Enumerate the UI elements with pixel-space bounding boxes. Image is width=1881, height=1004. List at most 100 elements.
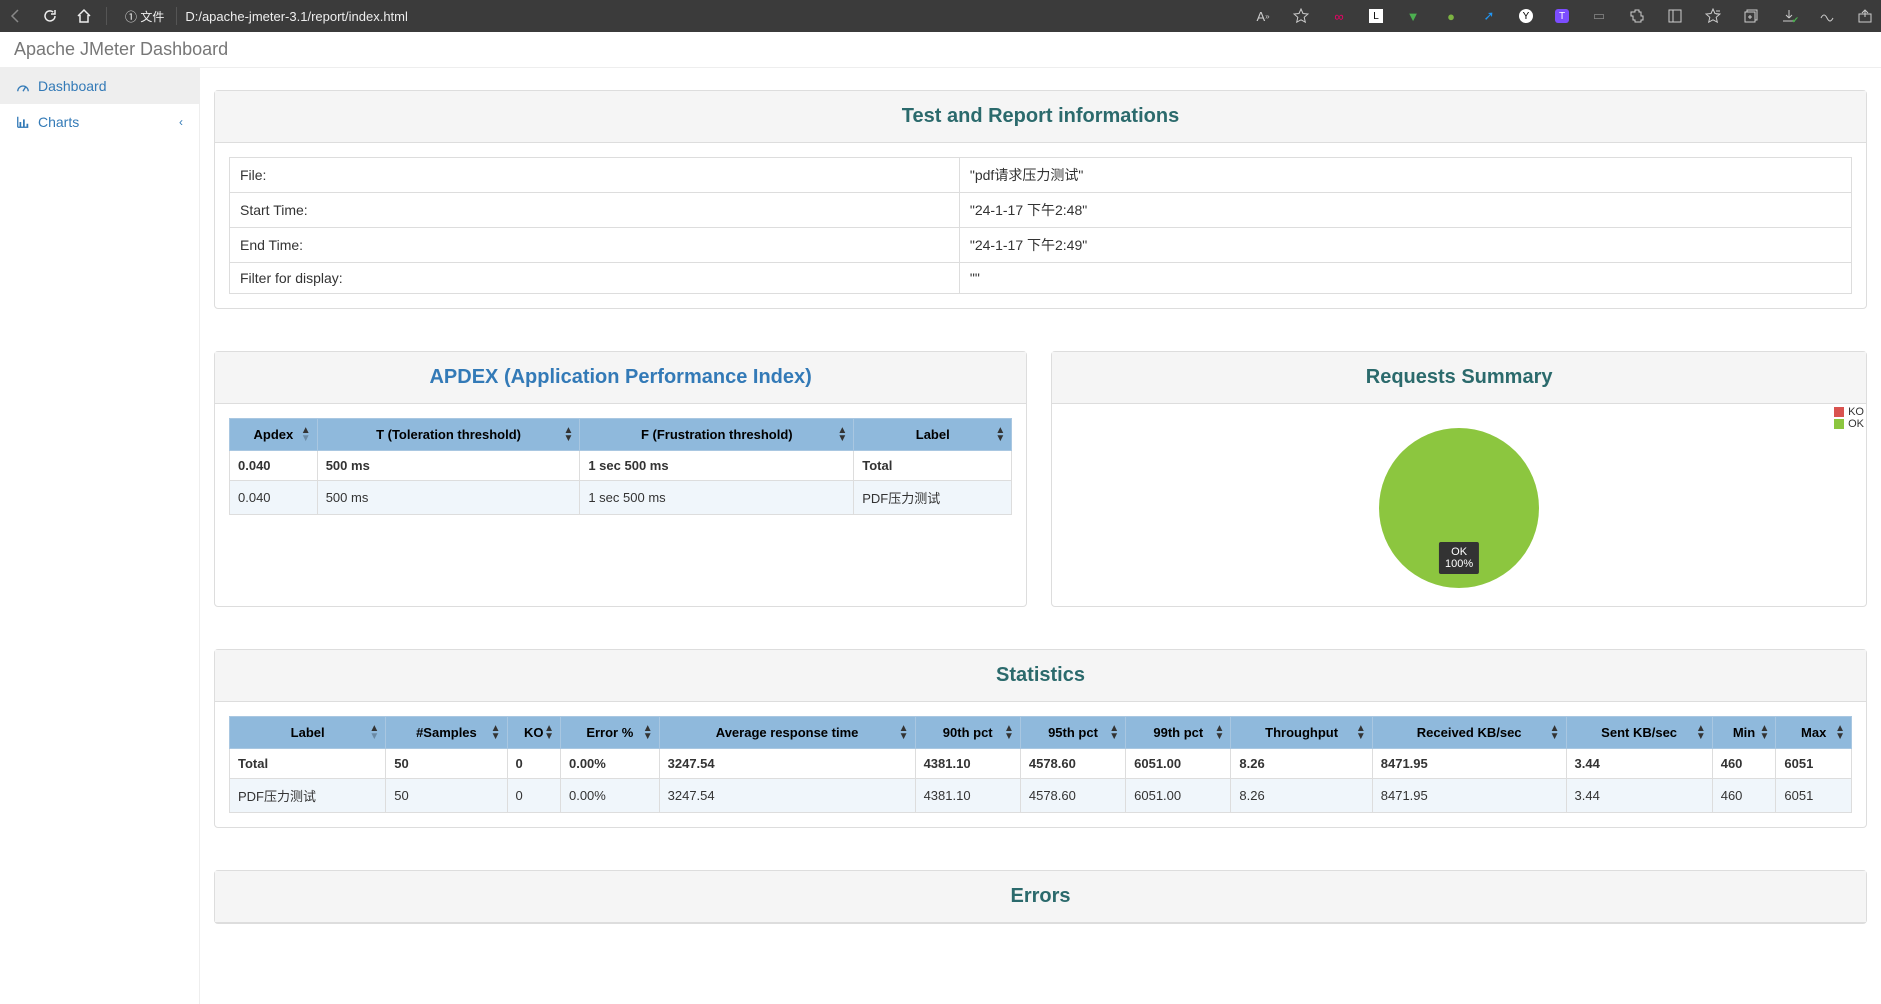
ext-dash-icon[interactable]: ▭ <box>1591 8 1607 24</box>
cell: 0 <box>507 779 560 813</box>
panel-title: APDEX (Application Performance Index) <box>231 366 1010 389</box>
panel-apdex: APDEX (Application Performance Index) Ap… <box>214 351 1027 607</box>
legend-swatch-ko <box>1834 407 1844 417</box>
table-row: Start Time:"24-1-17 下午2:48" <box>230 193 1852 228</box>
ext-glasses-icon[interactable]: ∞ <box>1331 8 1347 24</box>
cell: 3.44 <box>1566 749 1712 779</box>
panel-heading: Statistics <box>215 650 1866 702</box>
reload-icon[interactable] <box>42 8 58 24</box>
table-row: 0.040 500 ms 1 sec 500 ms PDF压力测试 <box>230 481 1012 515</box>
sidebar: Dashboard Charts ‹ <box>0 68 200 1004</box>
apdex-table: Apdex▲▼ T (Toleration threshold)▲▼ F (Fr… <box>229 418 1012 515</box>
ext-arrow-icon[interactable]: ➚ <box>1481 8 1497 24</box>
toolbar-divider <box>176 7 177 25</box>
cell: 3247.54 <box>659 779 915 813</box>
chevron-left-icon: ‹ <box>179 115 183 129</box>
chart-icon <box>16 115 30 129</box>
col-header-received[interactable]: Received KB/sec▲▼ <box>1372 717 1566 749</box>
performance-icon[interactable] <box>1819 8 1835 24</box>
sidebar-item-dashboard[interactable]: Dashboard <box>0 68 199 104</box>
table-row: End Time:"24-1-17 下午2:49" <box>230 228 1852 263</box>
cell: 0.040 <box>230 481 318 515</box>
cell: PDF压力测试 <box>230 779 386 813</box>
cell: 50 <box>386 749 507 779</box>
cell: 1 sec 500 ms <box>580 481 854 515</box>
cell: 50 <box>386 779 507 813</box>
sidebar-item-charts[interactable]: Charts ‹ <box>0 104 199 140</box>
info-table: File:"pdf请求压力测试" Start Time:"24-1-17 下午2… <box>229 157 1852 294</box>
ext-shield-icon[interactable]: ▼ <box>1405 8 1421 24</box>
ext-l-icon[interactable]: L <box>1369 9 1383 23</box>
pie-tooltip: OK 100% <box>1439 542 1479 574</box>
ext-y-icon[interactable]: Y <box>1519 9 1533 23</box>
col-header-p95[interactable]: 95th pct▲▼ <box>1020 717 1125 749</box>
address-bar[interactable]: ① 文件 D:/apache-jmeter-3.1/report/index.h… <box>121 7 408 25</box>
col-header-max[interactable]: Max▲▼ <box>1776 717 1852 749</box>
panel-title: Errors <box>231 885 1850 908</box>
ext-t-icon[interactable]: T <box>1555 9 1569 23</box>
sidebar-item-label: Dashboard <box>38 78 107 94</box>
panel-heading: Test and Report informations <box>215 91 1866 143</box>
cell: 3247.54 <box>659 749 915 779</box>
sidebar-item-label: Charts <box>38 114 79 130</box>
col-header-t[interactable]: T (Toleration threshold)▲▼ <box>317 419 580 451</box>
page-header: Apache JMeter Dashboard <box>0 32 1881 68</box>
col-header-throughput[interactable]: Throughput▲▼ <box>1231 717 1372 749</box>
col-header-min[interactable]: Min▲▼ <box>1712 717 1776 749</box>
info-key: Filter for display: <box>230 263 960 294</box>
cell: 0 <box>507 749 560 779</box>
cell: 0.00% <box>560 779 659 813</box>
info-key: Start Time: <box>230 193 960 228</box>
pie-chart[interactable]: OK 100% <box>1066 418 1852 592</box>
share-icon[interactable] <box>1857 8 1873 24</box>
cell: 6051.00 <box>1126 779 1231 813</box>
home-icon[interactable] <box>76 8 92 24</box>
col-header-label[interactable]: Label▲▼ <box>230 717 386 749</box>
col-header-apdex[interactable]: Apdex▲▼ <box>230 419 318 451</box>
col-header-label[interactable]: Label▲▼ <box>854 419 1012 451</box>
col-header-sent[interactable]: Sent KB/sec▲▼ <box>1566 717 1712 749</box>
info-key: End Time: <box>230 228 960 263</box>
cell: 500 ms <box>317 451 580 481</box>
collections-icon[interactable] <box>1743 8 1759 24</box>
legend-label: KO <box>1848 406 1864 418</box>
cell: 4578.60 <box>1020 749 1125 779</box>
col-header-error[interactable]: Error %▲▼ <box>560 717 659 749</box>
brand-title: Apache JMeter Dashboard <box>14 39 228 60</box>
panel-title: Requests Summary <box>1068 366 1850 389</box>
cell: 460 <box>1712 779 1776 813</box>
cell: 500 ms <box>317 481 580 515</box>
extensions-icon[interactable] <box>1629 8 1645 24</box>
col-header-p90[interactable]: 90th pct▲▼ <box>915 717 1020 749</box>
cell: 8471.95 <box>1372 779 1566 813</box>
table-row: Total 50 0 0.00% 3247.54 4381.10 4578.60… <box>230 749 1852 779</box>
read-aloud-icon[interactable]: A» <box>1255 8 1271 24</box>
cell: 6051 <box>1776 779 1852 813</box>
cell: 8.26 <box>1231 749 1372 779</box>
panel-heading: Errors <box>215 871 1866 923</box>
table-row: File:"pdf请求压力测试" <box>230 158 1852 193</box>
cell: 1 sec 500 ms <box>580 451 854 481</box>
col-header-avg[interactable]: Average response time▲▼ <box>659 717 915 749</box>
cell: Total <box>854 451 1012 481</box>
cell: 3.44 <box>1566 779 1712 813</box>
cell: 8471.95 <box>1372 749 1566 779</box>
cell: PDF压力测试 <box>854 481 1012 515</box>
panel-errors: Errors <box>214 870 1867 924</box>
panel-requests-summary: Requests Summary KO OK OK 100% <box>1051 351 1867 607</box>
col-header-p99[interactable]: 99th pct▲▼ <box>1126 717 1231 749</box>
url-scheme-badge: ① 文件 <box>121 8 168 25</box>
col-header-samples[interactable]: #Samples▲▼ <box>386 717 507 749</box>
star-icon[interactable] <box>1293 8 1309 24</box>
cell: Total <box>230 749 386 779</box>
col-header-ko[interactable]: KO▲▼ <box>507 717 560 749</box>
col-header-f[interactable]: F (Frustration threshold)▲▼ <box>580 419 854 451</box>
favorites-icon[interactable] <box>1705 8 1721 24</box>
ext-green-icon[interactable]: ● <box>1443 8 1459 24</box>
cell: 460 <box>1712 749 1776 779</box>
panel-test-info: Test and Report informations File:"pdf请求… <box>214 90 1867 309</box>
info-key: File: <box>230 158 960 193</box>
back-icon[interactable] <box>8 8 24 24</box>
downloads-icon[interactable]: ✔ <box>1781 8 1797 24</box>
sidebar-icon[interactable] <box>1667 8 1683 24</box>
